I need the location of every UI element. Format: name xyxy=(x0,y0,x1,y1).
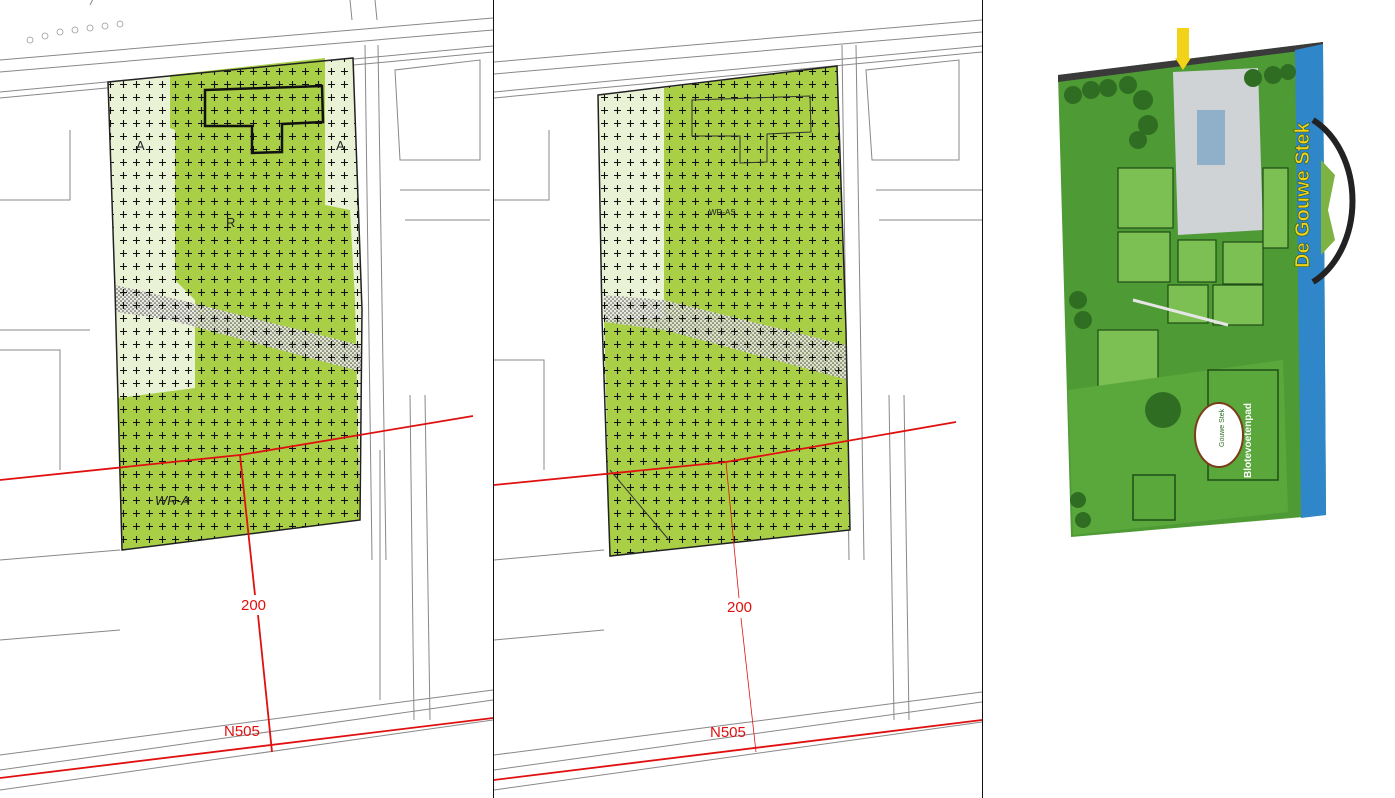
logo-text: Gouwe Stek xyxy=(1219,408,1226,447)
parcel-outline-middle xyxy=(597,65,851,557)
middle-zoning-map: WR-AS 200 N505 xyxy=(494,0,982,798)
zone-label-wr-a: WR-A xyxy=(155,493,190,508)
zone-label-wr-as: WR-AS xyxy=(709,208,736,217)
lower-field xyxy=(1068,360,1288,535)
edge-leaf-shape xyxy=(1321,160,1335,255)
left-map-canvas: A A R WR-A 200 N505 xyxy=(0,0,493,791)
park-illustration-map: Gouwe Stek De Gouwe Stek Blotevoetenpad xyxy=(983,0,1395,798)
distance-label-middle: 200 xyxy=(727,599,752,616)
tree-row xyxy=(26,20,124,44)
left-zoning-map: A A R WR-A 200 N505 xyxy=(0,0,493,798)
zone-label-a-right: A xyxy=(336,138,345,153)
parcel-outline xyxy=(107,57,363,551)
road-label-middle: N505 xyxy=(710,724,746,741)
road-label: N505 xyxy=(224,723,260,740)
park-map-canvas: Gouwe Stek De Gouwe Stek Blotevoetenpad xyxy=(1058,28,1356,537)
entrance-marker xyxy=(1177,28,1189,58)
path-label: Blotevoetenpad xyxy=(1243,403,1254,478)
zone-label-a-left: A xyxy=(136,138,145,153)
park-title: De Gouwe Stek xyxy=(1292,122,1314,268)
building-roof xyxy=(1197,110,1225,165)
middle-map-canvas: WR-AS 200 N505 xyxy=(494,19,982,791)
distance-label: 200 xyxy=(241,597,266,614)
zone-label-r: R xyxy=(226,215,235,230)
